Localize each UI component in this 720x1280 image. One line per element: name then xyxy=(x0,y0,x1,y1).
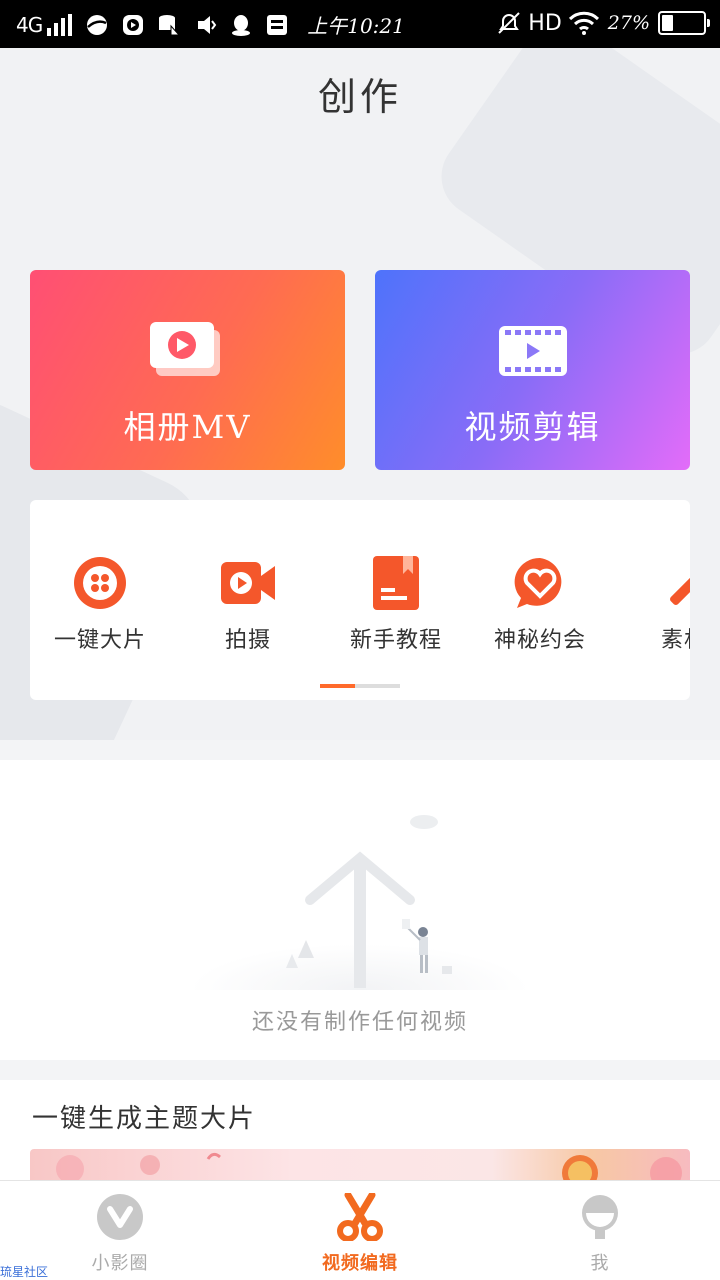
clock: 上午10:21 xyxy=(307,14,405,38)
taobao-icon xyxy=(267,14,288,35)
nav-label: 我 xyxy=(590,1253,610,1274)
status-right: HD 27% xyxy=(496,10,710,36)
album-mv-card[interactable]: 相册MV xyxy=(30,270,345,470)
nav-video-edit[interactable]: 视频编辑 xyxy=(240,1193,480,1275)
tool-materials[interactable]: 素材 xyxy=(614,556,690,654)
hd-indicator: HD xyxy=(528,10,562,36)
empty-state: 还没有制作任何视频 xyxy=(0,760,720,1060)
tutorial-book-icon xyxy=(373,556,419,610)
carousel-pager xyxy=(320,684,400,688)
tool-label: 素材 xyxy=(660,628,690,653)
tool-label: 神秘约会 xyxy=(493,628,586,653)
tool-label: 一键大片 xyxy=(53,628,146,653)
nav-label: 视频编辑 xyxy=(322,1253,398,1274)
magic-wand-icon xyxy=(670,565,690,605)
status-bar: 4G 上午10:21 HD 27% xyxy=(0,0,720,48)
video-edit-card[interactable]: 视频剪辑 xyxy=(375,270,690,470)
qq-icon xyxy=(232,14,251,36)
tool-shoot[interactable]: 拍摄 xyxy=(178,556,318,654)
play-store-icon xyxy=(123,14,144,35)
pager-active-segment xyxy=(320,684,355,688)
tool-mystery-date[interactable]: 神秘约会 xyxy=(470,556,610,654)
tool-label: 拍摄 xyxy=(224,628,271,653)
notification-icons xyxy=(85,13,301,37)
page-title: 创作 xyxy=(317,75,402,119)
film-reel-icon xyxy=(74,557,126,609)
empty-illustration xyxy=(190,815,530,990)
tools-carousel[interactable]: 一键大片 拍摄 新手教程 神秘约会 素材 xyxy=(30,500,690,700)
theme-banner[interactable] xyxy=(30,1149,690,1180)
signal-icon xyxy=(47,13,75,36)
video-camera-icon xyxy=(221,562,275,604)
card-label: 相册MV xyxy=(123,408,252,446)
tool-label: 新手教程 xyxy=(349,628,442,653)
wifi-icon xyxy=(568,11,599,35)
browser-icon xyxy=(87,14,108,35)
vibrate-icon xyxy=(198,15,217,34)
bottom-nav: 小影圈 视频编辑 我 xyxy=(0,1180,720,1280)
empty-message: 还没有制作任何视频 xyxy=(251,1010,468,1035)
film-play-icon xyxy=(498,326,567,376)
tool-tutorial[interactable]: 新手教程 xyxy=(326,556,466,654)
theme-section: 一键生成主题大片 xyxy=(0,1080,720,1180)
battery-percent: 27% xyxy=(607,12,650,34)
scissors-icon xyxy=(337,1193,383,1241)
network-type: 4G xyxy=(16,12,43,37)
card-label: 视频剪辑 xyxy=(464,408,601,446)
silent-alarm-icon xyxy=(498,12,520,34)
photo-play-icon xyxy=(149,322,220,376)
heart-chat-icon xyxy=(514,557,562,608)
tool-one-key-movie[interactable]: 一键大片 xyxy=(30,556,170,654)
battery-icon xyxy=(658,11,710,35)
section-title: 一键生成主题大片 xyxy=(32,1104,257,1134)
status-left: 4G 上午10:21 xyxy=(16,10,405,39)
watermark: 琉星社区 xyxy=(0,1265,49,1279)
profile-icon xyxy=(582,1195,618,1239)
nav-me[interactable]: 我 xyxy=(480,1193,720,1275)
community-icon xyxy=(97,1194,143,1240)
storage-warning-icon xyxy=(159,14,181,35)
banner-art xyxy=(56,1152,682,1180)
